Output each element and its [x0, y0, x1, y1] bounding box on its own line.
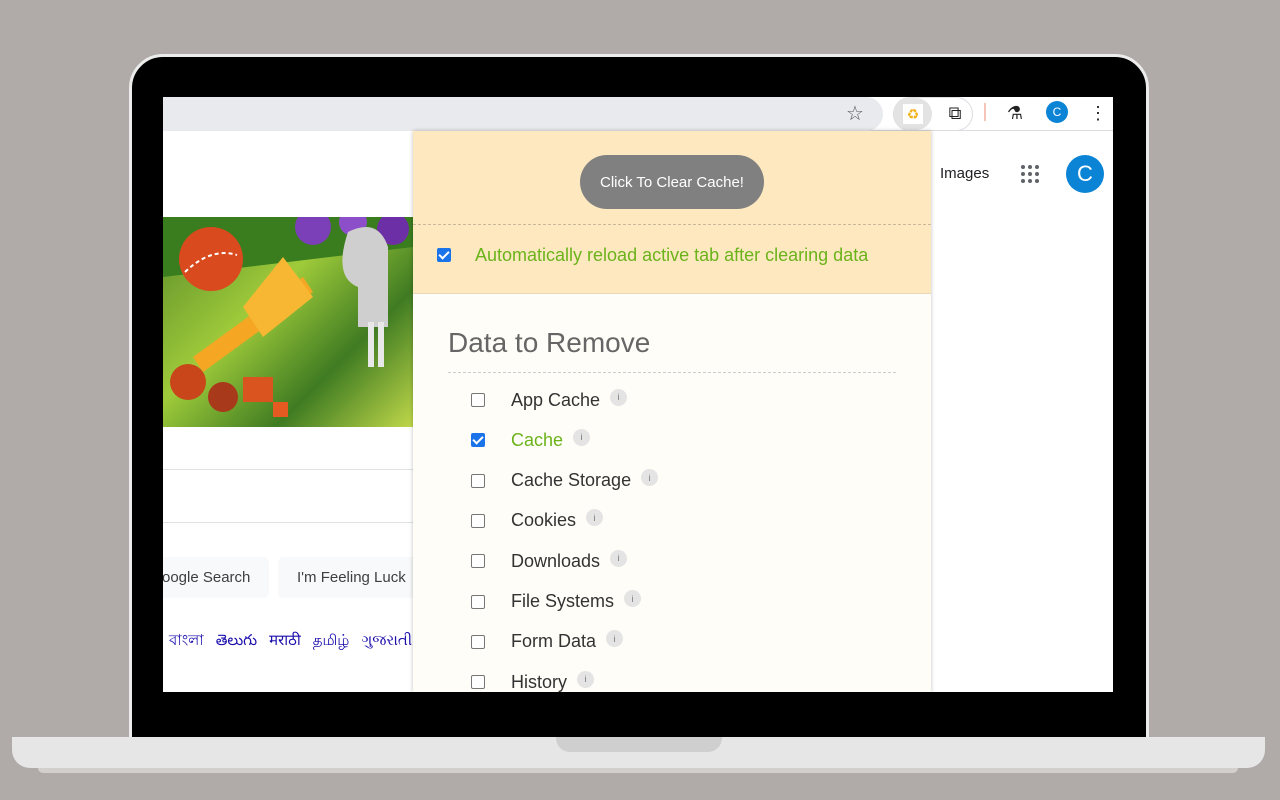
data-type-option[interactable]: File Systems i [471, 590, 642, 614]
info-icon[interactable]: i [624, 590, 642, 607]
browser-toolbar: ☆ ♻ ⧉ ⚗ C ⋮ [163, 97, 1113, 131]
data-type-label: App Cache [511, 389, 601, 410]
language-link[interactable]: తెలుగు [216, 632, 257, 649]
language-link[interactable]: मराठी [269, 632, 301, 649]
data-type-option[interactable]: Cookies i [471, 509, 604, 533]
google-search-button[interactable]: oogle Search [163, 557, 270, 598]
data-type-label: Cache [511, 429, 564, 450]
clear-cache-button[interactable]: Click To Clear Cache! [580, 155, 764, 209]
google-doodle[interactable] [163, 217, 413, 427]
data-type-checkbox[interactable] [471, 634, 485, 649]
data-type-label: File Systems [511, 591, 615, 611]
data-type-checkbox[interactable] [471, 513, 485, 528]
browser-window: ☆ ♻ ⧉ ⚗ C ⋮ Images C oogle Search I'm Fe… [163, 97, 1113, 692]
more-vert-icon[interactable]: ⋮ [1088, 101, 1108, 125]
divider [413, 224, 931, 225]
language-link[interactable]: ગુજરાતી [361, 632, 412, 649]
divider [448, 372, 896, 373]
info-icon[interactable]: i [641, 469, 659, 487]
cache-cleaner-extension-icon[interactable]: ♻ [903, 104, 923, 124]
language-links: বাংলাతెలుగుमराठीதமிழ்ગુજરાતીಕ [169, 629, 443, 654]
data-type-label: Downloads [511, 550, 601, 571]
star-icon[interactable]: ☆ [843, 101, 867, 125]
data-type-option[interactable]: History i [471, 670, 595, 692]
data-type-option[interactable]: Form Data i [471, 630, 624, 654]
data-type-label: History [511, 671, 568, 692]
apps-grid-icon[interactable] [1018, 162, 1042, 186]
auto-reload-checkbox[interactable] [437, 248, 451, 262]
info-icon[interactable]: i [606, 630, 624, 648]
laptop-notch [556, 737, 722, 752]
data-type-checkbox[interactable] [471, 433, 485, 448]
section-title: Data to Remove [448, 327, 651, 358]
data-type-label: Form Data [511, 631, 597, 652]
data-type-option[interactable]: App Cache i [471, 388, 628, 412]
images-link[interactable]: Images [940, 165, 989, 182]
data-type-checkbox[interactable] [471, 473, 485, 488]
data-type-label: Cookies [511, 510, 577, 531]
flask-icon[interactable]: ⚗ [1003, 101, 1027, 125]
google-account-avatar[interactable]: C [1066, 155, 1104, 193]
popup-header: Click To Clear Cache! Automatically relo… [413, 131, 931, 294]
data-type-checkbox[interactable] [471, 393, 485, 407]
language-link[interactable]: বাংলা [169, 632, 204, 649]
data-type-option[interactable]: Downloads i [471, 549, 628, 573]
data-type-checkbox[interactable] [471, 554, 485, 569]
search-box[interactable] [163, 469, 413, 523]
extension-popup: Click To Clear Cache! Automatically relo… [413, 131, 931, 692]
info-icon[interactable]: i [586, 509, 604, 527]
info-icon[interactable]: i [610, 549, 628, 567]
data-type-checkbox[interactable] [471, 675, 485, 690]
address-bar[interactable] [163, 97, 883, 131]
data-type-checkbox[interactable] [471, 594, 485, 609]
auto-reload-label: Automatically reload active tab after cl… [475, 245, 869, 265]
language-link[interactable]: தமிழ் [313, 632, 350, 649]
data-type-label: Cache Storage [511, 470, 632, 491]
profile-avatar[interactable]: C [1046, 101, 1068, 123]
info-icon[interactable]: i [610, 388, 628, 406]
info-icon[interactable]: i [577, 670, 595, 688]
data-type-option[interactable]: Cache Storage i [471, 469, 659, 493]
puzzle-icon[interactable]: ⧉ [943, 101, 967, 125]
data-type-option[interactable]: Cache i [471, 428, 591, 452]
info-icon[interactable]: i [573, 428, 591, 446]
